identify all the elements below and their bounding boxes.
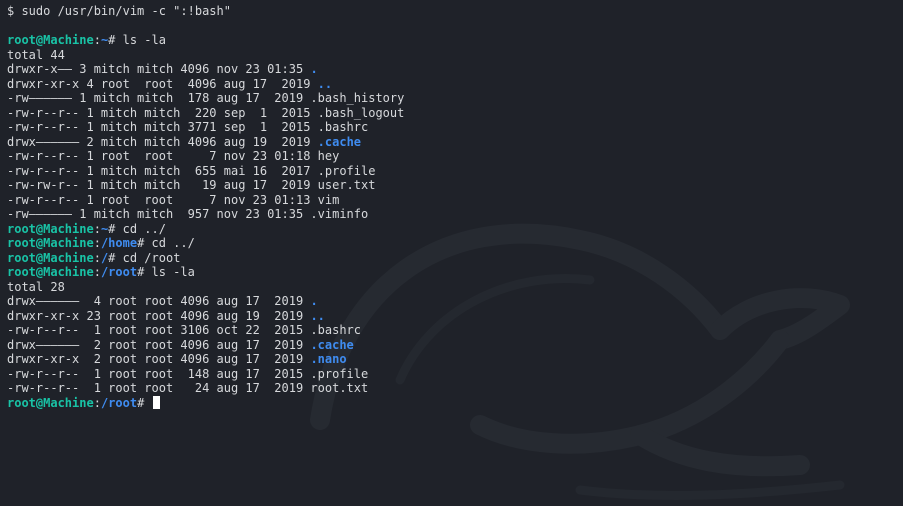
terminal-text: drwxr-x—— 3 mitch mitch 4096 nov 23 01:3… [7, 62, 311, 76]
prompt-user-host: root@Machine [7, 250, 94, 265]
terminal-text: $ sudo /usr/bin/vim -c ":!bash" [7, 4, 231, 18]
terminal-line: drwxr-xr-x 23 root root 4096 aug 19 2019… [7, 309, 903, 324]
terminal-text: : [93, 265, 101, 279]
terminal-line: -rw-r--r-- 1 root root 3106 oct 22 2015 … [7, 323, 903, 338]
terminal-text: drwxr-xr-x 23 root root 4096 aug 19 2019 [7, 308, 311, 323]
directory-name: .cache [317, 134, 362, 149]
terminal-text: -rw-r--r-- 1 mitch mitch 655 mai 16 2017… [7, 163, 376, 178]
terminal-text: -rw-r--r-- 1 root root 148 aug 17 2015 .… [7, 366, 369, 381]
terminal-text: -rw-r--r-- 1 mitch mitch 3771 sep 1 2015… [7, 120, 369, 134]
directory-name: . [310, 294, 318, 308]
terminal-line: -rw-r--r-- 1 root root 7 nov 23 01:18 he… [7, 149, 903, 164]
text-cursor [152, 395, 160, 409]
terminal-text: -rw—————— 1 mitch mitch 178 aug 17 2019 … [7, 91, 405, 105]
directory-name: .cache [310, 337, 354, 352]
terminal-text: : [93, 250, 101, 265]
terminal-text: # cd ../ [137, 236, 195, 250]
terminal-line: drwxr-x—— 3 mitch mitch 4096 nov 23 01:3… [7, 62, 903, 77]
terminal-text: -rw-r--r-- 1 root root 3106 oct 22 2015 … [7, 323, 362, 337]
terminal-line: total 44 [7, 48, 903, 63]
terminal-line: root@Machine:/# cd /root [7, 251, 903, 266]
terminal-line: total 28 [7, 280, 903, 295]
prompt-path: /root [100, 395, 138, 410]
terminal-text: # cd /root [108, 250, 181, 265]
terminal-line: root@Machine:/root# ls -la [7, 265, 903, 280]
terminal-line: drwx—————— 2 mitch mitch 4096 aug 19 201… [7, 135, 903, 150]
terminal-line: root@Machine:~# ls -la [7, 33, 903, 48]
terminal-text: drwx—————— 2 root root 4096 aug 17 2019 [7, 337, 311, 352]
terminal-text: -rw-r--r-- 1 root root 24 aug 17 2019 ro… [7, 381, 369, 395]
prompt-path: /home [100, 236, 138, 250]
terminal-line: drwx—————— 2 root root 4096 aug 17 2019 … [7, 338, 903, 353]
terminal-line: drwxr-xr-x 2 root root 4096 aug 17 2019 … [7, 352, 903, 367]
terminal-text: # cd ../ [108, 221, 166, 236]
terminal-output: $ sudo /usr/bin/vim -c ":!bash" root@Mach… [7, 4, 903, 410]
terminal-line: drwxr-xr-x 4 root root 4096 aug 17 2019 … [7, 77, 903, 92]
terminal-text: : [93, 221, 101, 236]
terminal-text: total 44 [7, 47, 65, 62]
terminal-text: -rw-r--r-- 1 mitch mitch 220 sep 1 2015 … [7, 105, 405, 120]
terminal-text: : [93, 33, 101, 47]
prompt-user-host: root@Machine [7, 395, 94, 410]
terminal-text: total 28 [7, 279, 65, 294]
terminal-text: drwxr-xr-x 4 root root 4096 aug 17 2019 [7, 76, 318, 91]
terminal-window[interactable]: $ sudo /usr/bin/vim -c ":!bash" root@Mach… [0, 0, 903, 506]
terminal-line: drwx—————— 4 root root 4096 aug 17 2019 … [7, 294, 903, 309]
directory-name: . [310, 62, 318, 76]
terminal-line: -rw-r--r-- 1 mitch mitch 3771 sep 1 2015… [7, 120, 903, 135]
terminal-text: -rw-r--r-- 1 root root 7 nov 23 01:18 he… [7, 149, 340, 163]
prompt-user-host: root@Machine [7, 33, 94, 47]
terminal-text: # [137, 395, 152, 410]
terminal-line: -rw—————— 1 mitch mitch 957 nov 23 01:35… [7, 207, 903, 222]
prompt-path: /root [100, 265, 138, 279]
terminal-line: -rw-rw-r-- 1 mitch mitch 19 aug 17 2019 … [7, 178, 903, 193]
terminal-line: root@Machine:~# cd ../ [7, 222, 903, 237]
prompt-user-host: root@Machine [7, 236, 94, 250]
terminal-line: root@Machine:/home# cd ../ [7, 236, 903, 251]
terminal-text: -rw-r--r-- 1 root root 7 nov 23 01:13 vi… [7, 192, 340, 207]
terminal-line: root@Machine:/root# [7, 395, 903, 411]
prompt-user-host: root@Machine [7, 221, 94, 236]
terminal-text: -rw—————— 1 mitch mitch 957 nov 23 01:35… [7, 207, 369, 221]
terminal-line: -rw-r--r-- 1 root root 7 nov 23 01:13 vi… [7, 193, 903, 208]
terminal-line: $ sudo /usr/bin/vim -c ":!bash" [7, 4, 903, 19]
terminal-line: -rw—————— 1 mitch mitch 178 aug 17 2019 … [7, 91, 903, 106]
directory-name: .. [310, 308, 325, 323]
prompt-user-host: root@Machine [7, 265, 94, 279]
terminal-text: : [93, 395, 101, 410]
terminal-text: : [93, 236, 101, 250]
terminal-line: -rw-r--r-- 1 mitch mitch 220 sep 1 2015 … [7, 106, 903, 121]
directory-name: .. [317, 76, 333, 91]
terminal-text: drwxr-xr-x 2 root root 4096 aug 17 2019 [7, 352, 311, 366]
terminal-line: -rw-r--r-- 1 mitch mitch 655 mai 16 2017… [7, 164, 903, 179]
terminal-text: drwx—————— 2 mitch mitch 4096 aug 19 201… [7, 134, 318, 149]
directory-name: .nano [310, 352, 347, 366]
terminal-line: -rw-r--r-- 1 root root 24 aug 17 2019 ro… [7, 381, 903, 396]
terminal-text: -rw-rw-r-- 1 mitch mitch 19 aug 17 2019 … [7, 178, 376, 192]
terminal-text: # ls -la [137, 265, 195, 279]
terminal-text: # ls -la [108, 33, 166, 47]
terminal-text: drwx—————— 4 root root 4096 aug 17 2019 [7, 294, 311, 308]
terminal-line: -rw-r--r-- 1 root root 148 aug 17 2015 .… [7, 367, 903, 382]
